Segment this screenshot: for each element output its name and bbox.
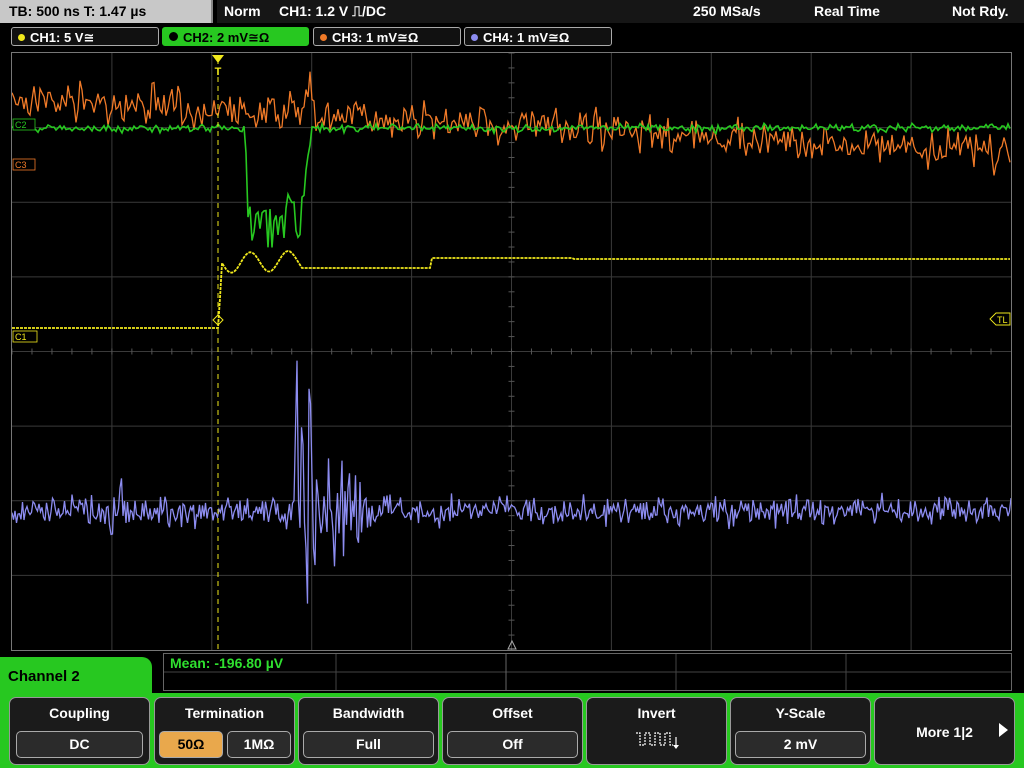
channel-3-offset-marker[interactable]: C3: [12, 158, 36, 171]
offset-value-button[interactable]: Off: [447, 731, 578, 758]
bandwidth-title: Bandwidth: [332, 705, 405, 721]
channel-3-tab[interactable]: CH3: 1 mV≅Ω: [313, 27, 461, 46]
channel-2-label: CH2: 2 mV≅Ω: [183, 30, 270, 45]
termination-title: Termination: [184, 705, 265, 721]
timebase-readout[interactable]: TB: 500 ns T: 1.47 µs: [0, 0, 213, 23]
channel-3-label: CH3: 1 mV≅Ω: [332, 30, 419, 45]
measurement-panel: Mean: -196.80 µV: [163, 653, 1012, 691]
coupling-title: Coupling: [49, 705, 110, 721]
channel-1-offset-marker[interactable]: C1: [12, 330, 38, 343]
coupling-softkey[interactable]: Coupling DC: [9, 697, 150, 765]
invert-title: Invert: [637, 705, 676, 721]
trigger-level-marker[interactable]: TL: [989, 312, 1011, 326]
channel-2-dot-icon: [169, 32, 178, 41]
channel-2-marker-label: C2: [15, 120, 27, 130]
termination-50ohm-button[interactable]: 50Ω: [159, 731, 223, 758]
bandwidth-softkey[interactable]: Bandwidth Full: [298, 697, 439, 765]
trigger-mode[interactable]: Norm: [224, 0, 261, 23]
offset-title: Offset: [492, 705, 533, 721]
channel-1-tab[interactable]: CH1: 5 V≅: [11, 27, 159, 46]
trigger-status: Not Rdy.: [952, 3, 1009, 19]
bandwidth-value-button[interactable]: Full: [303, 731, 434, 758]
termination-softkey[interactable]: Termination 50Ω 1MΩ: [154, 697, 295, 765]
graticule: [12, 53, 1011, 650]
channel-1-label: CH1: 5 V≅: [30, 30, 95, 45]
y-scale-softkey[interactable]: Y-Scale 2 mV: [730, 697, 871, 765]
channel-3-marker-label: C3: [15, 160, 27, 170]
measurement-grid: [164, 654, 1011, 690]
waveform-display[interactable]: T C2 C3 C1 TL: [11, 52, 1012, 651]
coupling-value-button[interactable]: DC: [16, 731, 143, 758]
more-title: More 1|2: [916, 724, 973, 740]
channel-2-tab[interactable]: CH2: 2 mV≅Ω: [162, 27, 309, 46]
waveform-canvas[interactable]: T C2 C3 C1 TL: [12, 53, 1011, 650]
channel-2-offset-marker[interactable]: C2: [12, 118, 36, 131]
channel-4-label: CH4: 1 mV≅Ω: [483, 30, 570, 45]
acquisition-status: Norm CH1: 1.2 V ⎍/DC 250 MSa/s Real Time…: [217, 0, 1024, 23]
termination-1mohm-button[interactable]: 1MΩ: [227, 731, 291, 758]
acquisition-mode: Real Time: [814, 3, 880, 19]
channel-1-dot-icon: [18, 34, 25, 41]
next-page-arrow-icon: [999, 723, 1008, 737]
trigger-marker-icon[interactable]: T: [212, 55, 224, 78]
menu-title-channel-2: Channel 2: [0, 657, 152, 697]
invert-square-wave-icon: [636, 732, 679, 749]
channel-1-marker-label: C1: [15, 332, 27, 342]
trigger-setting[interactable]: CH1: 1.2 V ⎍/DC: [279, 0, 386, 23]
status-bar: TB: 500 ns T: 1.47 µs Norm CH1: 1.2 V ⎍/…: [0, 0, 1024, 24]
trigger-marker-label: T: [215, 66, 222, 78]
trigger-level-label: TL: [997, 315, 1008, 325]
more-softkey[interactable]: More 1|2: [874, 697, 1015, 765]
sample-rate: 250 MSa/s: [693, 3, 761, 19]
channel-4-tab[interactable]: CH4: 1 mV≅Ω: [464, 27, 612, 46]
y-scale-value-button[interactable]: 2 mV: [735, 731, 866, 758]
channel-4-dot-icon: [471, 34, 478, 41]
invert-softkey[interactable]: Invert: [586, 697, 727, 765]
offset-softkey[interactable]: Offset Off: [442, 697, 583, 765]
y-scale-title: Y-Scale: [775, 705, 826, 721]
channel-3-dot-icon: [320, 34, 327, 41]
